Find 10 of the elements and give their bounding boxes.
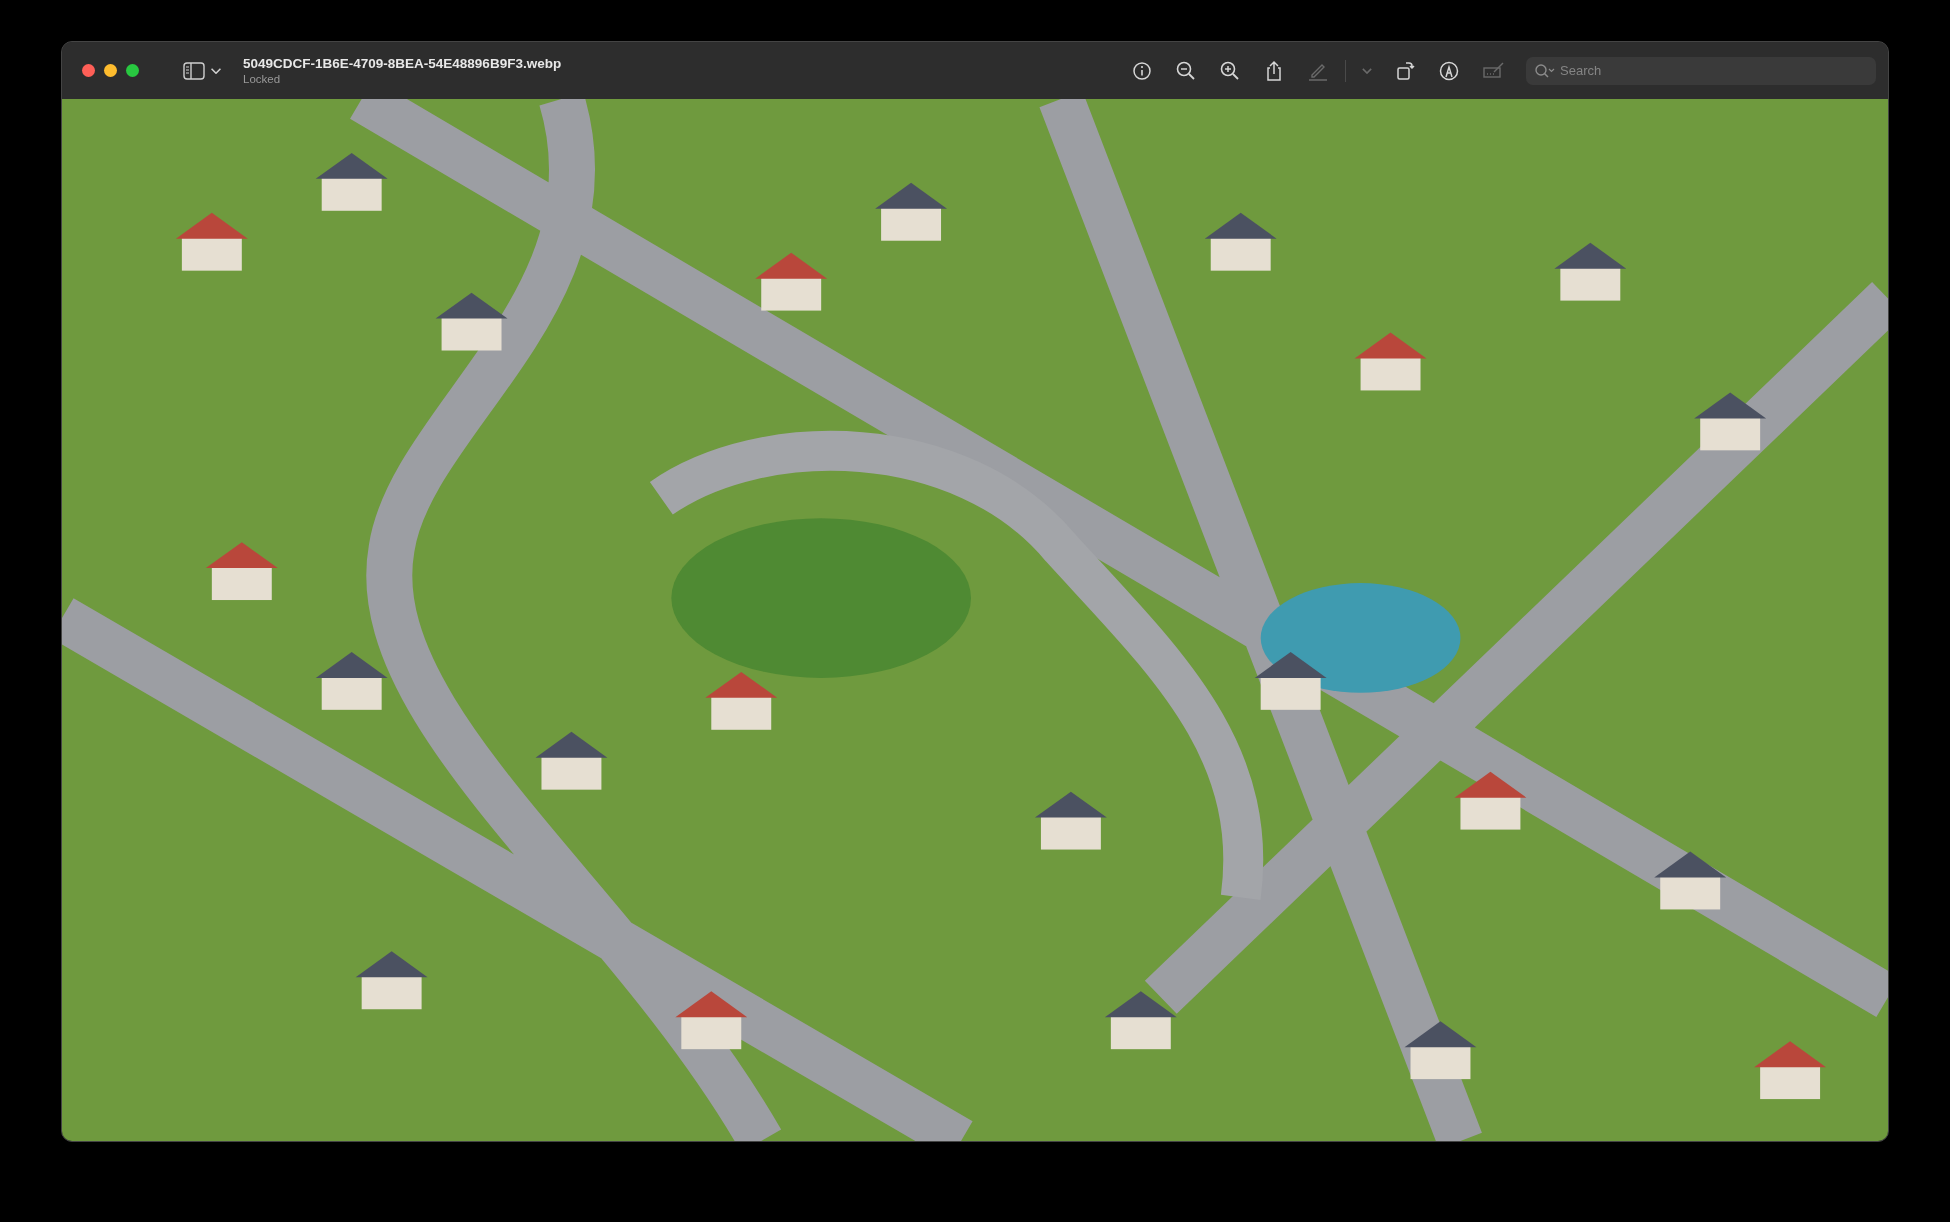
close-button[interactable] (82, 64, 95, 77)
minimize-button[interactable] (104, 64, 117, 77)
search-icon (1534, 62, 1556, 79)
window-subtitle: Locked (243, 73, 282, 85)
chevron-down-icon[interactable] (211, 67, 221, 74)
sidebar-icon[interactable] (183, 61, 205, 80)
zoom-button[interactable] (126, 64, 139, 77)
chevron-down-icon (1362, 67, 1372, 74)
search-field[interactable]: Search (1526, 56, 1876, 85)
window-title: 5049CDCF-1B6E-4709-8BEA-54E48896B9F3.webp (243, 56, 562, 71)
